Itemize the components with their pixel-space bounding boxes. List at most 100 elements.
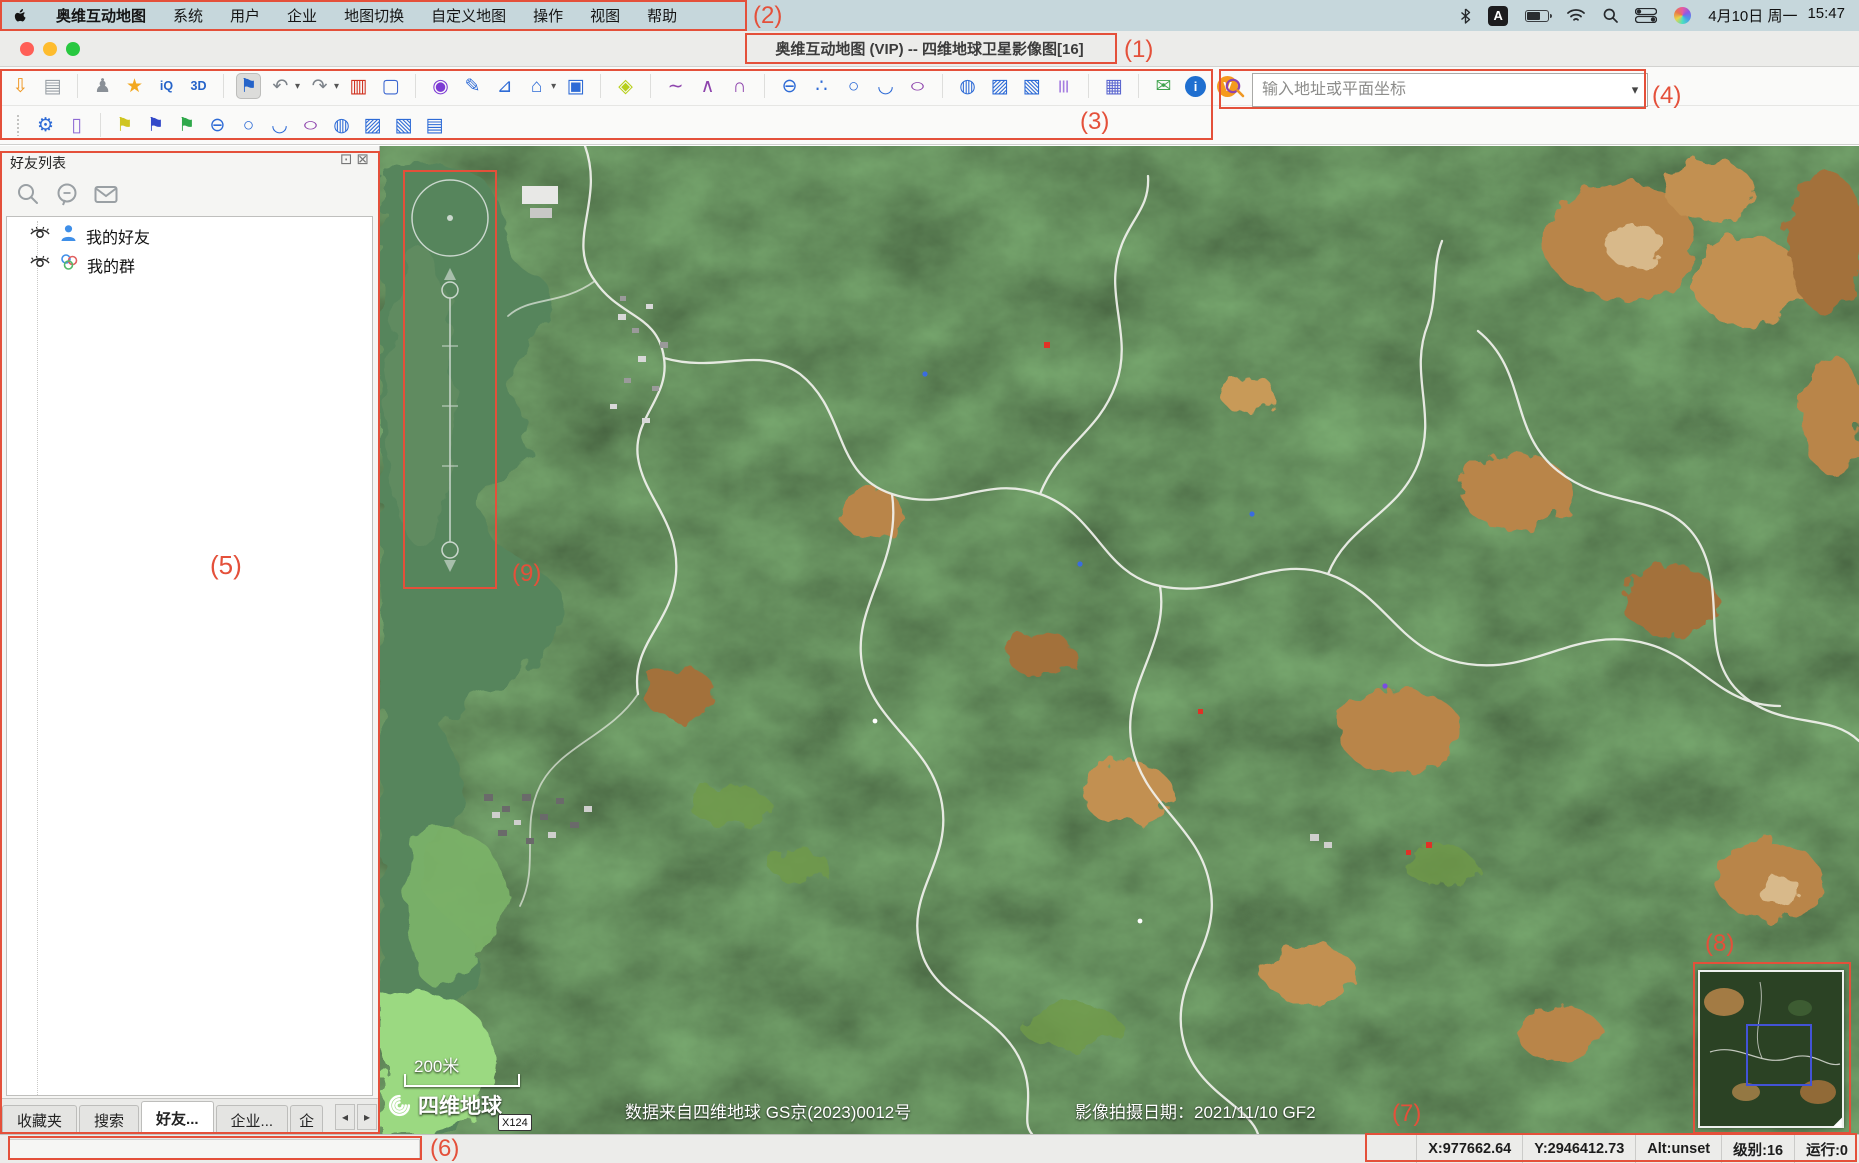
- friend-search-icon[interactable]: [14, 180, 42, 208]
- friend-mail-icon[interactable]: [92, 180, 120, 208]
- curve-wave-icon[interactable]: ∼: [663, 73, 688, 99]
- map-scale-bar: [404, 1074, 520, 1087]
- draw-pencil-icon[interactable]: ✎: [460, 73, 485, 99]
- provider-swirl-icon: [386, 1092, 413, 1119]
- ellipse-line-icon[interactable]: ⊖: [777, 73, 802, 99]
- battery-icon[interactable]: [1525, 10, 1549, 22]
- drag-tool-icon[interactable]: ⚑: [236, 73, 261, 99]
- curve-bell-icon[interactable]: ∩: [727, 73, 752, 99]
- siri-icon[interactable]: [1674, 7, 1691, 24]
- pin-blue-icon[interactable]: ⚑: [143, 112, 168, 138]
- sidebar-tab[interactable]: 企业...: [216, 1105, 289, 1134]
- fill-rect-2-icon[interactable]: ▨: [360, 112, 385, 138]
- status-cell: Y:2946412.73: [1522, 1135, 1635, 1163]
- satellite-map-canvas[interactable]: [380, 146, 1859, 1134]
- menu-item[interactable]: 地图切换: [344, 5, 404, 26]
- tab-scroll-right-button[interactable]: ▸: [357, 1104, 377, 1130]
- sidebar-tab[interactable]: 搜索: [79, 1105, 139, 1134]
- menu-item[interactable]: 自定义地图: [431, 5, 506, 26]
- visibility-eye-icon[interactable]: [29, 226, 51, 246]
- circle-2-icon[interactable]: ○: [236, 112, 261, 138]
- search-dropdown-caret[interactable]: ▾: [1623, 82, 1647, 98]
- dropdown-caret-icon[interactable]: ▾: [295, 81, 300, 92]
- id-search-icon[interactable]: iQ: [154, 73, 179, 99]
- select-rect-icon[interactable]: ▢: [378, 73, 403, 99]
- bars-icon[interactable]: |||: [1051, 73, 1076, 99]
- bluetooth-icon[interactable]: [1460, 8, 1471, 24]
- grid-table-icon[interactable]: ▦: [1101, 73, 1126, 99]
- kite-area-icon[interactable]: ◈: [613, 73, 638, 99]
- visibility-eye-icon[interactable]: [29, 255, 51, 275]
- fill-polygon-2-icon[interactable]: ▧: [391, 112, 416, 138]
- import-folder-icon[interactable]: ⇩: [8, 73, 33, 99]
- apple-menu-icon[interactable]: [14, 7, 29, 24]
- input-source-icon[interactable]: A: [1488, 6, 1508, 26]
- control-center-icon[interactable]: [1635, 8, 1657, 23]
- overview-minimap[interactable]: ◢: [1698, 970, 1844, 1128]
- arc-icon[interactable]: ◡: [873, 73, 898, 99]
- spotlight-search-icon[interactable]: [1603, 8, 1618, 23]
- minimap-resize-handle[interactable]: ◢: [1832, 1115, 1842, 1128]
- sidebar-tab[interactable]: 收藏夹: [2, 1105, 77, 1134]
- status-bar: X:977662.64Y:2946412.73Alt:unset级别:16运行:…: [0, 1134, 1859, 1163]
- dropdown-caret-icon[interactable]: ▾: [334, 81, 339, 92]
- tab-scroll-left-button[interactable]: ◂: [335, 1104, 355, 1130]
- undo-icon[interactable]: ↶: [268, 73, 293, 99]
- sidebar-tab[interactable]: 企: [290, 1105, 323, 1134]
- delete-trash-icon[interactable]: ▥: [346, 73, 371, 99]
- friends-panel: 好友列表 ⊡ ⊠ 我的好友: [0, 146, 380, 1134]
- curve-spike-icon[interactable]: ∧: [695, 73, 720, 99]
- fill-circle-2-icon[interactable]: ◍: [329, 112, 354, 138]
- menu-item[interactable]: 帮助: [647, 5, 677, 26]
- menu-clock[interactable]: 4月10日 周一 15:47: [1708, 5, 1845, 26]
- menu-item[interactable]: 企业: [287, 5, 317, 26]
- map-capture-date: 影像拍摄日期：2021/11/10 GF2: [1075, 1098, 1316, 1123]
- favorite-star-icon[interactable]: ★: [122, 73, 147, 99]
- menu-item[interactable]: 用户: [230, 5, 260, 26]
- fill-circle-icon[interactable]: ◍: [955, 73, 980, 99]
- ellipse-icon[interactable]: ○: [899, 73, 937, 99]
- tree-item-my-groups[interactable]: 我的群: [7, 250, 372, 279]
- secondary-toolbar: ⚙▯⚑⚑⚑⊖○◡○◍▨▧▤: [0, 106, 1859, 145]
- search-magnifier-icon[interactable]: [1224, 77, 1246, 104]
- friend-message-icon[interactable]: [53, 180, 81, 208]
- scatter-points-icon[interactable]: ∴: [809, 73, 834, 99]
- view-3d-icon[interactable]: 3D: [186, 73, 211, 99]
- circle-icon[interactable]: ○: [841, 73, 866, 99]
- fill-polygon-icon[interactable]: ▧: [1019, 73, 1044, 99]
- book-icon[interactable]: ▤: [422, 112, 447, 138]
- menu-item[interactable]: 系统: [173, 5, 203, 26]
- panel-close-button[interactable]: ⊠: [356, 152, 369, 167]
- toolbar-grip-handle[interactable]: [16, 114, 21, 136]
- redo-icon[interactable]: ↷: [307, 73, 332, 99]
- message-chat-icon[interactable]: ✉: [1151, 73, 1176, 99]
- info-icon[interactable]: i: [1185, 76, 1206, 97]
- menu-item[interactable]: 操作: [533, 5, 563, 26]
- user-icon[interactable]: ♟: [90, 73, 115, 99]
- track-measure-icon[interactable]: ⊿: [492, 73, 517, 99]
- settings-gear-icon[interactable]: ⚙: [33, 112, 58, 138]
- search-input[interactable]: [1253, 81, 1623, 99]
- placemark-pin-icon[interactable]: ◉: [428, 73, 453, 99]
- fill-rect-icon[interactable]: ▨: [987, 73, 1012, 99]
- sidebar-tab[interactable]: 好友...: [141, 1101, 214, 1134]
- panel-float-button[interactable]: ⊡: [340, 152, 353, 167]
- document-icon[interactable]: ▯: [64, 112, 89, 138]
- menu-item[interactable]: 视图: [590, 5, 620, 26]
- menu-app-name[interactable]: 奥维互动地图: [56, 5, 146, 26]
- region-shield-icon[interactable]: ⌂: [524, 73, 549, 99]
- friends-panel-title: 好友列表: [10, 153, 66, 173]
- ellipse-2-icon[interactable]: ○: [292, 112, 330, 138]
- pin-yellow-icon[interactable]: ⚑: [112, 112, 137, 138]
- satellite-map-view[interactable]: 200米 四维地球 数据来自四维地球 GS京(2023)0012号 影像拍摄日期…: [380, 146, 1859, 1134]
- save-icon[interactable]: ▤: [40, 73, 65, 99]
- arc-2-icon[interactable]: ◡: [267, 112, 292, 138]
- pin-green-icon[interactable]: ⚑: [174, 112, 199, 138]
- wifi-icon[interactable]: [1566, 8, 1586, 23]
- ellipse-line-2-icon[interactable]: ⊖: [205, 112, 230, 138]
- tree-item-my-friends[interactable]: 我的好友: [7, 221, 372, 250]
- camera-record-icon[interactable]: ▣: [563, 73, 588, 99]
- dropdown-caret-icon[interactable]: ▾: [551, 81, 556, 92]
- address-search: ▾: [1224, 72, 1648, 108]
- minimap-viewport-rect[interactable]: [1746, 1024, 1812, 1086]
